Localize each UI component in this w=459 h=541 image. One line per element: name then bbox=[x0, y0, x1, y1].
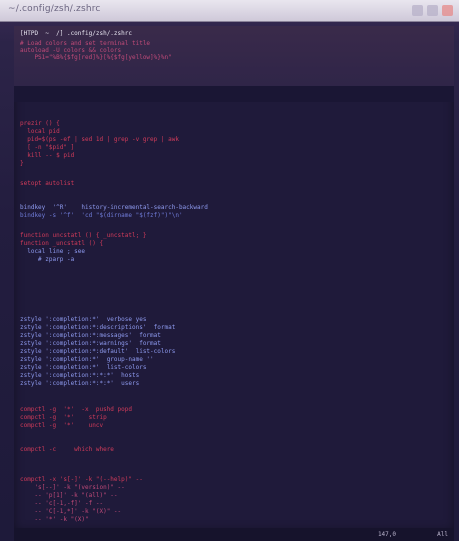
maximize-icon[interactable] bbox=[427, 5, 438, 16]
code-line: [HTPD ~ /] .config/zsh/.zshrc bbox=[20, 30, 132, 37]
minimize-icon[interactable] bbox=[412, 5, 423, 16]
terminal-window: ~/.config/zsh/.zshrc [HTPD ~ /] .config/… bbox=[0, 0, 459, 541]
code-line: compctl -g '*' -x pushd popd bbox=[20, 406, 132, 413]
code-line: # zparp -a bbox=[20, 256, 75, 263]
code-line: -- '*' -k "(X)" bbox=[20, 516, 89, 523]
code-line: compctl -g '*' strip bbox=[20, 414, 107, 421]
code-line: local pid bbox=[20, 128, 60, 135]
code-line: zstyle ':completion:*:warnings' format bbox=[20, 340, 161, 347]
code-line: -- 'p[1]' -k "(all)" -- bbox=[20, 492, 122, 499]
code-line: [ -n "$pid" ] bbox=[20, 144, 75, 151]
code-line: compctl -x 's[-]' -k "(--help)" -- bbox=[20, 476, 147, 483]
code-line: compctl -c which where bbox=[20, 446, 114, 453]
code-line: bindkey '^R' history-incremental-search-… bbox=[20, 204, 208, 211]
code-line: zstyle ':completion:*' group-name '' bbox=[20, 356, 154, 363]
title-bar[interactable]: ~/.config/zsh/.zshrc bbox=[0, 0, 459, 22]
code-line: zstyle ':completion:*:default' list-colo… bbox=[20, 348, 176, 355]
code-line: zstyle ':completion:*:*:*' hosts bbox=[20, 372, 140, 379]
code-line: setopt autolist bbox=[20, 180, 75, 187]
window-title: ~/.config/zsh/.zshrc bbox=[8, 4, 101, 14]
code-line: function uncstatl () { _uncstatl; } bbox=[20, 232, 147, 239]
code-line: pid=$(ps -ef | sed 1d | grep -v grep | a… bbox=[20, 136, 179, 143]
cursor-position: 147,0 bbox=[377, 531, 396, 538]
code-line: kill -- $ pid bbox=[20, 152, 75, 159]
status-bar: 147,0 All bbox=[14, 528, 454, 541]
code-line: zstyle ':completion:*:*:*' users bbox=[20, 380, 140, 387]
code-line: } bbox=[20, 160, 24, 167]
code-line: prezir () { bbox=[20, 120, 60, 127]
code-line: bindkey -s '^f' 'cd "$(dirname "$(fzf)")… bbox=[20, 212, 183, 219]
code-line: -- 'C[-1,*]' -k "(X)" -- bbox=[20, 508, 125, 515]
scroll-indicator: All bbox=[437, 531, 448, 538]
code-editor[interactable]: [HTPD ~ /] .config/zsh/.zshrc # Load colo… bbox=[14, 26, 454, 531]
code-line: local line ; see bbox=[20, 248, 86, 255]
code-line: zstyle ':completion:*:descriptions' form… bbox=[20, 324, 176, 331]
code-line: zstyle ':completion:*:messages' format bbox=[20, 332, 161, 339]
code-line: -- 'c[-1,-f]' -f -- bbox=[20, 500, 107, 507]
code-line: 's[--]' -k "(version)" -- bbox=[20, 484, 125, 491]
close-icon[interactable] bbox=[442, 5, 453, 16]
code-line: zstyle ':completion:*' verbose yes bbox=[20, 316, 147, 323]
code-line: zstyle ':completion:*' list-colors bbox=[20, 364, 147, 371]
code-line: PS1="%B%{$fg[red]%}[%{$fg[yellow]%}%n" bbox=[20, 54, 172, 61]
code-line: function _uncstatl () { bbox=[20, 240, 104, 247]
header-band-dark bbox=[14, 86, 454, 102]
window-controls bbox=[412, 5, 453, 16]
code-line: compctl -g '*' uncv bbox=[20, 422, 104, 429]
